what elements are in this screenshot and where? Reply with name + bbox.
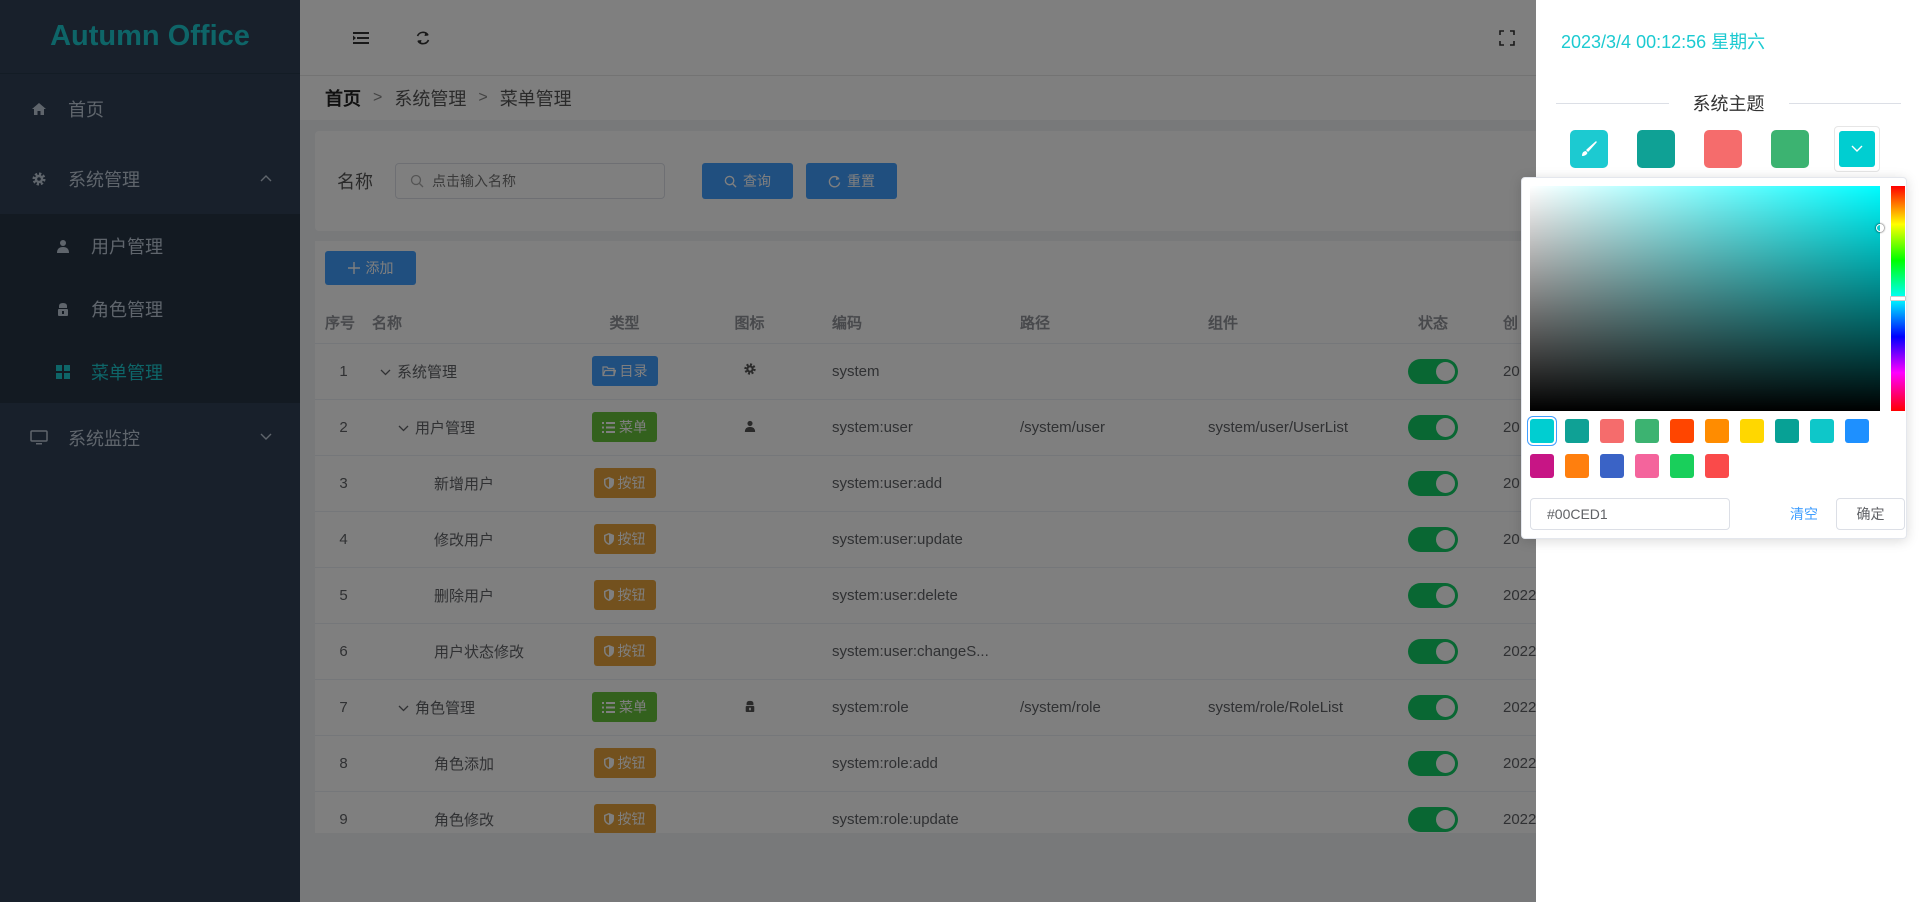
predefined-color-swatch[interactable]	[1775, 419, 1799, 443]
predefined-colors	[1530, 419, 1890, 489]
hex-color-input[interactable]	[1530, 498, 1730, 530]
theme-swatches	[1570, 126, 1880, 172]
divider	[1556, 102, 1669, 104]
theme-swatch[interactable]	[1771, 130, 1809, 168]
predefined-color-swatch[interactable]	[1635, 454, 1659, 478]
theme-swatch[interactable]	[1637, 130, 1675, 168]
predefined-color-swatch[interactable]	[1705, 419, 1729, 443]
clock: 2023/3/4 00:12:56 星期六	[1561, 32, 1766, 52]
theme-title: 系统主题	[1692, 94, 1765, 114]
chevron-down-icon	[1851, 145, 1863, 153]
hue-slider[interactable]	[1890, 186, 1906, 411]
hue-slider-thumb[interactable]	[1890, 296, 1906, 301]
drawer-overlay[interactable]	[0, 0, 1536, 902]
confirm-button[interactable]: 确定	[1836, 498, 1905, 530]
selected-color	[1839, 131, 1875, 167]
theme-swatch[interactable]	[1704, 130, 1742, 168]
predefined-color-swatch[interactable]	[1705, 454, 1729, 478]
predefined-color-swatch[interactable]	[1530, 419, 1554, 443]
predefined-color-swatch[interactable]	[1565, 419, 1589, 443]
predefined-color-swatch[interactable]	[1670, 419, 1694, 443]
predefined-color-swatch[interactable]	[1810, 419, 1834, 443]
theme-section-title: 系统主题	[1556, 90, 1901, 116]
color-picker-dropdown: 清空 确定	[1521, 177, 1907, 539]
color-picker-trigger[interactable]	[1834, 126, 1880, 172]
predefined-color-swatch[interactable]	[1670, 454, 1694, 478]
theme-swatch[interactable]	[1570, 130, 1608, 168]
clear-button[interactable]: 清空	[1790, 498, 1818, 530]
sv-cursor-handle[interactable]	[1876, 224, 1884, 232]
predefined-color-swatch[interactable]	[1565, 454, 1589, 478]
predefined-color-swatch[interactable]	[1530, 454, 1554, 478]
predefined-color-swatch[interactable]	[1600, 419, 1624, 443]
predefined-color-swatch[interactable]	[1600, 454, 1624, 478]
brush-icon	[1580, 140, 1598, 158]
predefined-color-swatch[interactable]	[1635, 419, 1659, 443]
saturation-value-panel[interactable]	[1530, 186, 1884, 411]
predefined-color-swatch[interactable]	[1845, 419, 1869, 443]
divider	[1788, 102, 1901, 104]
predefined-color-swatch[interactable]	[1740, 419, 1764, 443]
